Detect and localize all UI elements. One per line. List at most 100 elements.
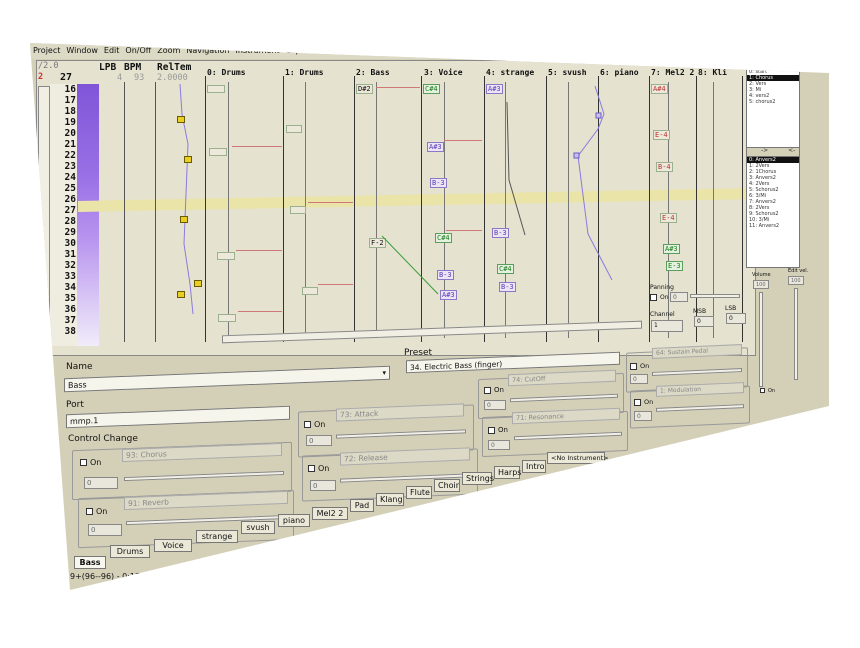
panning-slider[interactable]: [690, 294, 740, 298]
cc-modulation-spinbox[interactable]: 0: [634, 411, 652, 421]
mel-note[interactable]: A#3: [663, 244, 680, 254]
tab-harps[interactable]: Harps: [494, 466, 521, 479]
remove-from-playlist-button[interactable]: <-: [788, 148, 795, 154]
track-column-2[interactable]: [354, 76, 355, 342]
track-header-3[interactable]: 3: Voice: [424, 68, 463, 77]
tab-flute[interactable]: Flute: [406, 486, 432, 499]
cc-reverb-on-checkbox[interactable]: [86, 508, 93, 515]
track-header-8[interactable]: 8: Kli: [698, 68, 727, 77]
menu-project[interactable]: Project: [30, 43, 63, 55]
tempo-node[interactable]: [177, 291, 185, 298]
tempo-node[interactable]: [180, 216, 188, 223]
cc-chorus-on-checkbox[interactable]: [80, 459, 87, 466]
edit-vel-spinbox[interactable]: 100: [788, 276, 804, 285]
tab-voice[interactable]: Voice: [154, 539, 192, 552]
tempo-node[interactable]: [194, 280, 202, 287]
cc-resonance-on-row[interactable]: On: [488, 426, 508, 434]
bass-note[interactable]: D#2: [356, 84, 373, 94]
cc-release-on-row[interactable]: On: [308, 464, 329, 473]
tab-klang[interactable]: Klang: [376, 493, 404, 506]
reltem-value[interactable]: 2.0000: [157, 73, 188, 83]
track-header-5[interactable]: 5: svush: [548, 68, 587, 77]
lsb-spinbox[interactable]: 0: [726, 313, 746, 324]
mel-note[interactable]: B-4: [656, 162, 673, 172]
tempo-node[interactable]: [177, 116, 185, 123]
track-header-6[interactable]: 6: piano: [600, 68, 639, 77]
voice-note[interactable]: B-3: [437, 270, 454, 280]
track-header-2[interactable]: 2: Bass: [356, 68, 390, 77]
panning-spinbox[interactable]: 0: [670, 292, 688, 302]
reltempo-curve[interactable]: [160, 84, 210, 334]
menu-navigation[interactable]: Navigation: [183, 43, 232, 55]
track-column-3[interactable]: [421, 76, 422, 342]
cc-attack-on-checkbox[interactable]: [304, 421, 311, 428]
volume-on-row[interactable]: On: [760, 388, 775, 394]
cc-cutoff-on-checkbox[interactable]: [484, 386, 491, 394]
voice-note[interactable]: C#4: [423, 84, 440, 94]
tab-pad[interactable]: Pad: [350, 499, 374, 512]
voice-note[interactable]: B-3: [430, 178, 447, 188]
cc-attack-spinbox[interactable]: 0: [306, 435, 332, 446]
msb-spinbox[interactable]: 0: [694, 316, 714, 327]
mel-note[interactable]: E-4: [653, 130, 670, 140]
tab-drums[interactable]: Drums: [110, 545, 150, 558]
track-column-7[interactable]: [649, 76, 650, 342]
strange-note[interactable]: B-3: [499, 282, 516, 292]
menu-help[interactable]: Help: [374, 43, 398, 55]
menu-onoff[interactable]: On/Off: [122, 43, 154, 55]
instrument-name-select[interactable]: Bass ▾: [64, 365, 390, 393]
voice-note[interactable]: A#3: [427, 142, 444, 152]
track-column-8[interactable]: [696, 76, 697, 342]
menu-zoom[interactable]: Zoom: [154, 43, 183, 55]
cc-release-on-checkbox[interactable]: [308, 465, 315, 472]
menu-play[interactable]: Play: [327, 43, 350, 55]
channel-spinbox[interactable]: 1: [651, 320, 683, 332]
bpm-value[interactable]: 93: [134, 73, 144, 83]
edit-vel-slider[interactable]: [794, 288, 798, 380]
add-to-playlist-button[interactable]: ->: [761, 148, 768, 154]
volume-slider[interactable]: [759, 292, 763, 387]
cc-modulation-on-row[interactable]: On: [634, 398, 653, 406]
cc-reverb-spinbox[interactable]: 0: [88, 524, 122, 536]
block-list[interactable]: 0: start 1: Chorus 2: Vers 3: Mi 4: vers…: [746, 68, 800, 268]
panning-on-row[interactable]: On: [650, 294, 669, 301]
lpb-value[interactable]: 4: [117, 73, 122, 83]
cc-resonance-on-checkbox[interactable]: [488, 426, 495, 434]
volume-on-checkbox[interactable]: [760, 388, 765, 393]
tab-strange[interactable]: strange: [196, 530, 238, 543]
mel-note[interactable]: E-4: [660, 213, 677, 223]
tab-bass[interactable]: Bass: [74, 556, 106, 569]
tab-mel2-2[interactable]: Mel2 2: [312, 507, 348, 520]
tab-intro[interactable]: Intro: [522, 460, 546, 473]
drum-note[interactable]: [290, 206, 306, 214]
cc-modulation-on-checkbox[interactable]: [634, 398, 641, 406]
svush-automation-curve[interactable]: [560, 84, 620, 284]
track-header-1[interactable]: 1: Drums: [285, 68, 324, 77]
tempo-node[interactable]: [184, 156, 192, 163]
track-column-4[interactable]: [484, 76, 485, 342]
drum-note[interactable]: [217, 252, 235, 260]
cc-release-spinbox[interactable]: 0: [310, 480, 336, 491]
cc-chorus-on-row[interactable]: On: [80, 458, 101, 467]
drum-note[interactable]: [218, 314, 236, 322]
strange-note[interactable]: C#4: [497, 264, 514, 274]
strange-note[interactable]: A#3: [486, 84, 503, 94]
cc-reverb-on-row[interactable]: On: [86, 507, 107, 516]
cc-sustain-on-row[interactable]: On: [630, 362, 649, 370]
vertical-scrollbar[interactable]: [38, 86, 50, 342]
tab-strings[interactable]: Strings: [462, 472, 494, 485]
drum-note[interactable]: [302, 287, 318, 295]
cc-cutoff-spinbox[interactable]: 0: [484, 400, 506, 410]
menu-edit[interactable]: Edit: [101, 43, 123, 55]
voice-note[interactable]: C#4: [435, 233, 452, 243]
track-header-4[interactable]: 4: strange: [486, 68, 534, 77]
voice-note[interactable]: A#3: [440, 290, 457, 300]
mel-note[interactable]: A#4: [651, 84, 668, 94]
cc-resonance-spinbox[interactable]: 0: [488, 440, 510, 450]
tab-piano[interactable]: piano: [278, 514, 310, 527]
menu-midi[interactable]: MIDI: [350, 43, 374, 55]
tab-choir[interactable]: Choir: [434, 479, 460, 492]
tab-svush[interactable]: svush: [241, 521, 275, 534]
track-column-0[interactable]: [205, 76, 206, 342]
volume-spinbox[interactable]: 100: [753, 280, 769, 289]
